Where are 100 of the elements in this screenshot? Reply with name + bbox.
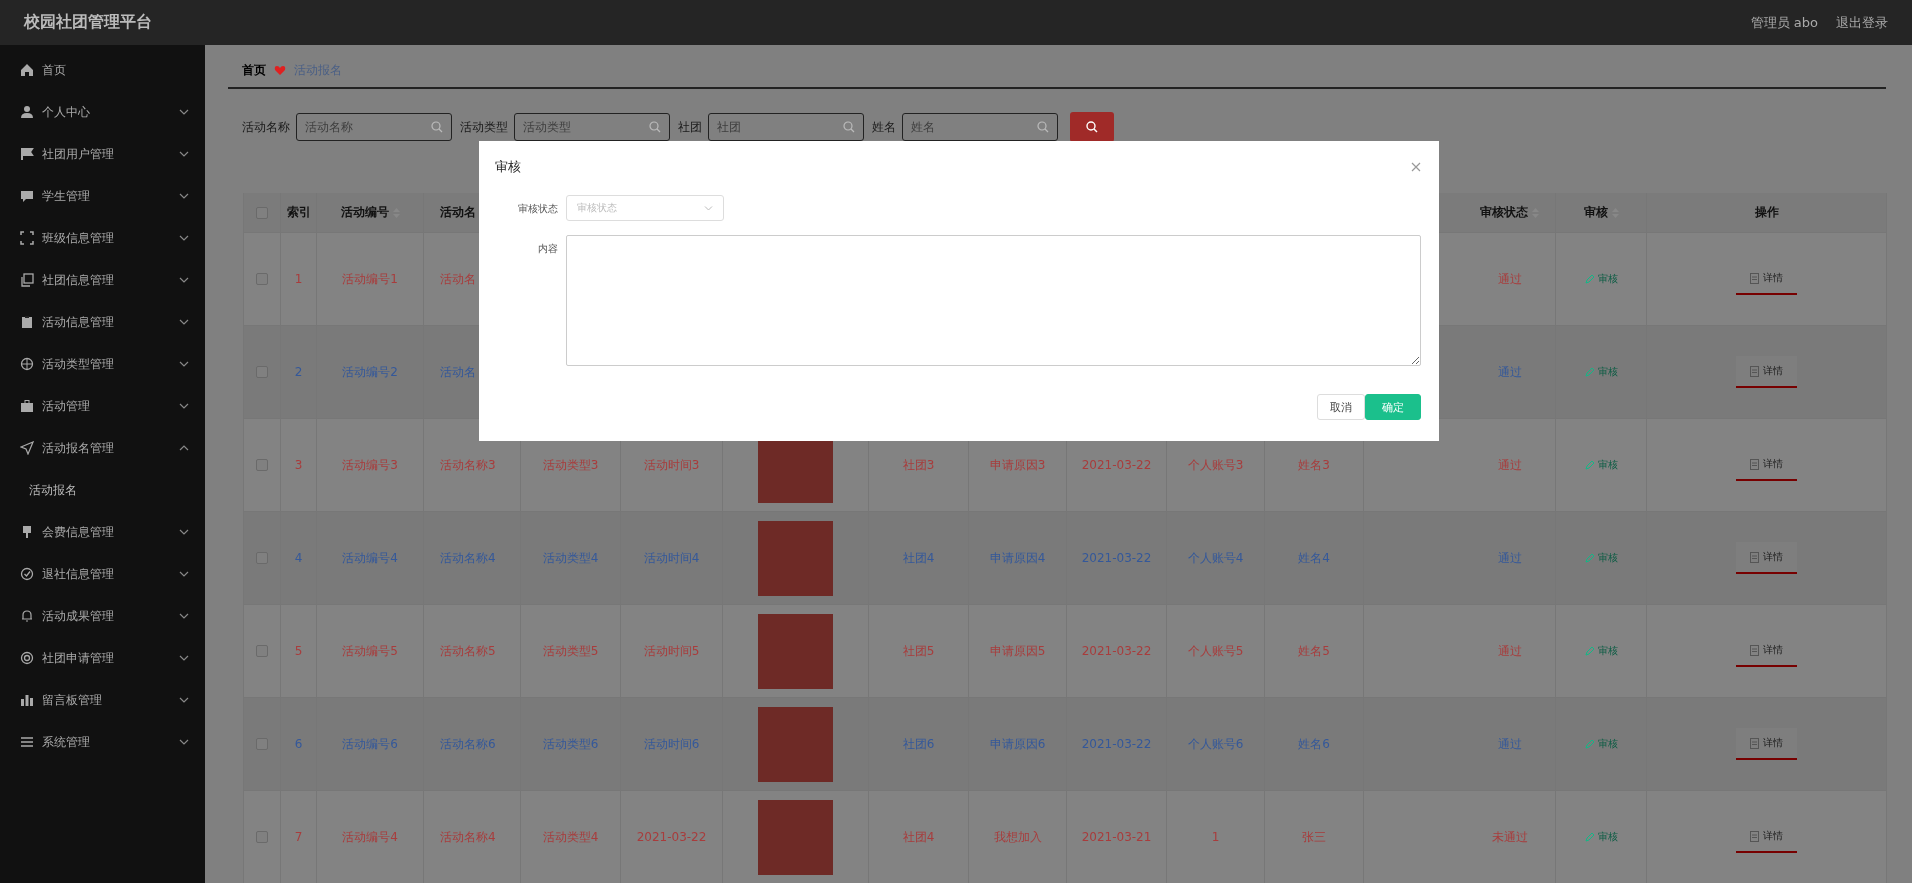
search-button[interactable] — [1070, 112, 1114, 142]
checkbox[interactable] — [256, 645, 268, 657]
table-cell: 社团4 — [902, 828, 935, 846]
sidebar-item[interactable]: 活动信息管理 — [0, 301, 205, 343]
checkbox[interactable] — [256, 273, 268, 285]
ring-icon — [20, 651, 34, 665]
home-icon — [20, 63, 34, 77]
close-icon[interactable] — [1411, 162, 1421, 172]
table-cell: 社团5 — [902, 642, 935, 660]
chevron-icon — [704, 205, 713, 211]
table-cell: 活动编号2 — [342, 363, 398, 381]
table-cell: 活动编号3 — [342, 456, 398, 474]
search-field[interactable]: 姓名 — [902, 113, 1058, 141]
content-textarea[interactable] — [566, 235, 1421, 366]
table-cell: 社团6 — [902, 735, 935, 753]
column-header[interactable]: 活动编号 — [340, 204, 400, 221]
sidebar-item[interactable]: 活动报名管理 — [0, 427, 205, 469]
table-cell: 申请原因5 — [989, 642, 1046, 660]
table-cell: 姓名3 — [1298, 456, 1330, 474]
search-field[interactable]: 活动名称 — [296, 113, 452, 141]
sidebar-subitem[interactable]: 活动报名 — [0, 469, 205, 511]
bell-icon — [20, 609, 34, 623]
chat-icon — [20, 189, 34, 203]
field-label: 社团 — [678, 118, 702, 136]
sidebar-item[interactable]: 活动成果管理 — [0, 595, 205, 637]
search-field[interactable]: 活动类型 — [514, 113, 670, 141]
cancel-button[interactable]: 取消 — [1317, 394, 1365, 420]
checkbox[interactable] — [256, 459, 268, 471]
table-cell: 活动类型4 — [542, 549, 599, 567]
sidebar-item[interactable]: 会费信息管理 — [0, 511, 205, 553]
details-button[interactable]: 详情 — [1736, 263, 1797, 295]
list-icon — [20, 735, 34, 749]
pin-icon — [20, 525, 34, 539]
sidebar-item[interactable]: 退社信息管理 — [0, 553, 205, 595]
table-cell: 活动时间5 — [643, 642, 700, 660]
details-button[interactable]: 详情 — [1736, 542, 1797, 574]
table-cell: 申请原因3 — [989, 456, 1046, 474]
table-cell: 姓名4 — [1298, 549, 1330, 567]
search-icon — [1086, 121, 1098, 133]
app-title: 校园社团管理平台 — [24, 12, 152, 33]
details-button[interactable]: 详情 — [1736, 449, 1797, 481]
table-cell: 未通过 — [1491, 828, 1528, 846]
details-button[interactable]: 详情 — [1736, 356, 1797, 388]
table-cell: 2021-03-21 — [1081, 830, 1152, 844]
field-label: 内容 — [537, 242, 558, 256]
search-field[interactable]: 社团 — [708, 113, 864, 141]
details-button[interactable]: 详情 — [1736, 635, 1797, 667]
table-cell: 3 — [294, 458, 303, 472]
search-icon — [431, 121, 443, 133]
table-cell: 个人账号6 — [1187, 735, 1244, 753]
table-cell: 活动编号4 — [342, 549, 398, 567]
column-header[interactable]: 操作 — [1754, 204, 1779, 221]
column-header[interactable]: 活动名 — [440, 204, 476, 221]
table-cell: 1 — [1211, 830, 1220, 844]
table-cell: 通过 — [1497, 735, 1522, 753]
sidebar-item[interactable]: 个人中心 — [0, 91, 205, 133]
check-circle-icon — [20, 567, 34, 581]
column-header[interactable]: 审核 — [1583, 204, 1619, 221]
table-cell: 活动名称6 — [440, 735, 496, 753]
details-button[interactable]: 详情 — [1736, 821, 1797, 853]
sidebar-item[interactable]: 留言板管理 — [0, 679, 205, 721]
sidebar-item[interactable]: 活动类型管理 — [0, 343, 205, 385]
table-cell: 姓名6 — [1298, 735, 1330, 753]
confirm-button[interactable]: 确定 — [1365, 394, 1421, 420]
document-icon — [1750, 830, 1759, 842]
table-cell: 通过 — [1497, 642, 1522, 660]
pencil-icon — [1584, 274, 1595, 284]
heart-icon — [274, 64, 286, 76]
sidebar-item[interactable]: 系统管理 — [0, 721, 205, 763]
table-cell: 个人账号4 — [1187, 549, 1244, 567]
logout-link[interactable]: 退出登录 — [1836, 13, 1888, 32]
table-cell: 活动编号4 — [342, 828, 398, 846]
sidebar-item[interactable]: 社团信息管理 — [0, 259, 205, 301]
sidebar-item[interactable]: 社团用户管理 — [0, 133, 205, 175]
table-cell: 活动时间4 — [643, 549, 700, 567]
field-label: 活动名称 — [242, 118, 290, 136]
details-button[interactable]: 详情 — [1736, 728, 1797, 760]
user-name: 管理员 abo — [1750, 13, 1818, 32]
table-cell: 2021-03-22 — [1081, 551, 1152, 565]
checkbox[interactable] — [256, 831, 268, 843]
sidebar-item[interactable]: 首页 — [0, 49, 205, 91]
sidebar-item[interactable]: 学生管理 — [0, 175, 205, 217]
column-header[interactable]: 审核状态 — [1480, 204, 1539, 221]
pencil-icon — [1584, 832, 1595, 842]
table-cell: 7 — [294, 830, 303, 844]
breadcrumb-item[interactable]: 首页 — [242, 61, 266, 79]
clipboard-icon — [20, 315, 34, 329]
column-header[interactable]: 索引 — [286, 204, 311, 221]
sidebar-item[interactable]: 班级信息管理 — [0, 217, 205, 259]
search-icon — [1037, 121, 1049, 133]
compass-icon — [20, 357, 34, 371]
table-cell: 活动时间6 — [643, 735, 700, 753]
table-cell: 活动名称4 — [440, 549, 496, 567]
table-cell: 通过 — [1497, 456, 1522, 474]
sidebar-item[interactable]: 活动管理 — [0, 385, 205, 427]
table-cell: 2 — [294, 365, 303, 379]
table-cell: 活动时间3 — [643, 456, 700, 474]
table-cell: 社团4 — [902, 549, 935, 567]
table-cell: 活动类型5 — [542, 642, 599, 660]
sidebar-item[interactable]: 社团申请管理 — [0, 637, 205, 679]
